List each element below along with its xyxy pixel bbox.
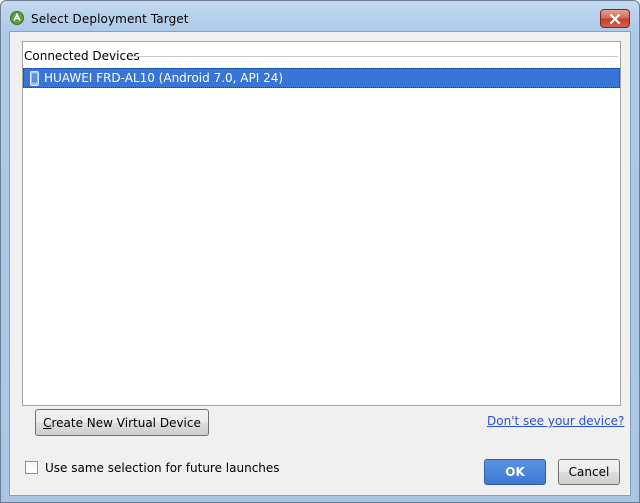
title-bar[interactable]: Select Deployment Target — [1, 1, 639, 35]
mnemonic-letter: C — [43, 415, 52, 430]
create-virtual-device-label: reate New Virtual Device — [51, 415, 201, 430]
close-button[interactable] — [600, 9, 630, 28]
device-label: HUAWEI FRD-AL10 (Android 7.0, API 24) — [44, 71, 284, 85]
remember-selection-checkbox[interactable] — [25, 461, 38, 474]
ok-button[interactable]: OK — [484, 459, 546, 485]
remember-selection-label[interactable]: Use same selection for future launches — [45, 461, 280, 475]
close-icon — [609, 13, 621, 24]
help-link[interactable]: Don't see your device? — [487, 414, 624, 428]
device-row[interactable]: HUAWEI FRD-AL10 (Android 7.0, API 24) — [23, 68, 620, 88]
android-studio-icon — [10, 11, 24, 25]
create-virtual-device-button[interactable]: Create New Virtual Device — [35, 409, 209, 436]
dialog-window: Select Deployment Target Connected Devic… — [0, 0, 640, 503]
window-title: Select Deployment Target — [31, 12, 189, 26]
group-label: Connected Devices — [24, 49, 146, 63]
group-header: Connected Devices — [23, 48, 620, 64]
group-divider — [129, 56, 618, 57]
dialog-content: Connected Devices HUAWEI FRD-AL10 (Andro… — [9, 31, 631, 496]
phone-icon — [30, 71, 39, 86]
cancel-button[interactable]: Cancel — [558, 459, 620, 485]
device-list[interactable]: Connected Devices HUAWEI FRD-AL10 (Andro… — [22, 41, 621, 406]
